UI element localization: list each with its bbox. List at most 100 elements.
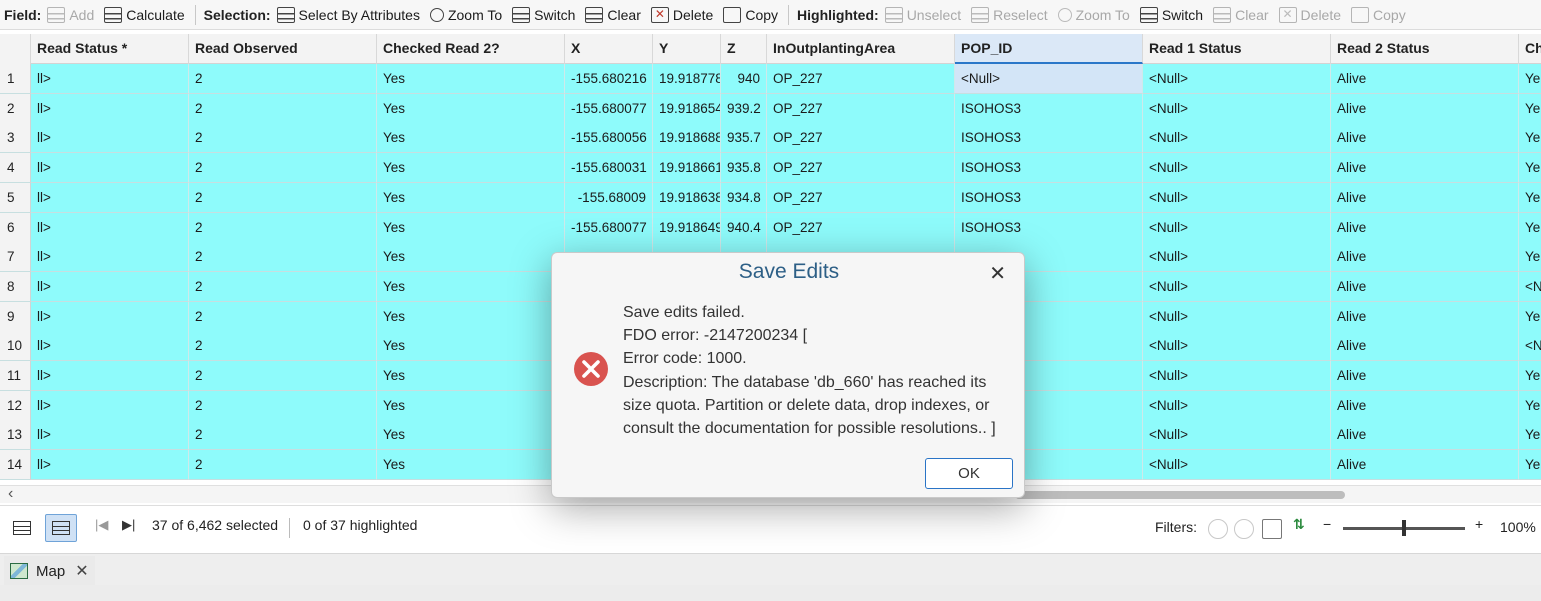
delete-highlighted-button[interactable]: Delete <box>1278 6 1341 23</box>
switch-selection-button[interactable]: Switch <box>512 6 575 23</box>
row-number[interactable]: 2 <box>0 93 31 124</box>
table-cell[interactable]: 939.2 <box>721 93 767 124</box>
table-cell[interactable]: Alive <box>1331 271 1519 302</box>
column-header[interactable]: Ch <box>1519 34 1541 64</box>
definition-filter-icon[interactable] <box>1262 519 1282 539</box>
row-number[interactable]: 14 <box>0 450 31 481</box>
table-cell[interactable]: OP_227 <box>767 182 955 213</box>
table-cell[interactable]: 934.8 <box>721 182 767 213</box>
table-cell[interactable]: ll> <box>31 242 189 273</box>
table-cell[interactable]: Ye <box>1519 361 1541 391</box>
time-filter-icon[interactable] <box>1234 519 1254 539</box>
range-filter-icon[interactable] <box>1208 519 1228 539</box>
table-cell[interactable]: Ye <box>1519 123 1541 154</box>
row-number[interactable]: 7 <box>0 242 31 273</box>
table-cell[interactable]: Yes <box>377 93 565 124</box>
table-cell[interactable]: <Null> <box>1143 153 1331 184</box>
table-cell[interactable]: Ye <box>1519 450 1541 481</box>
column-header[interactable]: Y <box>653 34 721 64</box>
table-cell[interactable]: ISOHOS3 <box>955 212 1143 243</box>
tab-map[interactable]: Map ✕ <box>4 556 95 586</box>
table-cell[interactable]: ISOHOS3 <box>955 123 1143 154</box>
column-header[interactable]: Read Status * <box>31 34 189 64</box>
column-header[interactable]: POP_ID <box>955 34 1143 64</box>
copy-highlighted-button[interactable]: Copy <box>1351 6 1406 23</box>
copy-selection-button[interactable]: Copy <box>723 6 778 23</box>
table-cell[interactable]: 2 <box>189 450 377 481</box>
table-cell[interactable]: Yes <box>377 361 565 391</box>
column-header[interactable]: X <box>565 34 653 64</box>
table-cell[interactable]: <Null> <box>1143 93 1331 124</box>
table-cell[interactable]: <Null> <box>955 64 1143 94</box>
show-all-records-button[interactable] <box>6 514 38 542</box>
table-cell[interactable]: <Null> <box>1143 242 1331 273</box>
table-cell[interactable]: -155.680216 <box>565 64 653 94</box>
scrollbar-thumb[interactable] <box>1015 491 1345 499</box>
close-tab-icon[interactable]: ✕ <box>75 561 88 581</box>
table-cell[interactable]: Alive <box>1331 390 1519 421</box>
table-cell[interactable]: 2 <box>189 390 377 421</box>
table-cell[interactable]: ISOHOS3 <box>955 182 1143 213</box>
table-row[interactable]: 3 ll> 2 Yes -155.680056 19.918688 935.7 OP_227 I… <box>0 123 1541 154</box>
table-cell[interactable]: 2 <box>189 182 377 213</box>
table-cell[interactable]: Alive <box>1331 123 1519 154</box>
table-cell[interactable]: Yes <box>377 420 565 451</box>
unselect-button[interactable]: Unselect <box>884 6 961 23</box>
table-cell[interactable]: Yes <box>377 182 565 213</box>
table-cell[interactable]: 2 <box>189 93 377 124</box>
table-cell[interactable]: Alive <box>1331 331 1519 362</box>
table-cell[interactable]: <Null> <box>1143 271 1331 302</box>
row-number[interactable]: 5 <box>0 182 31 213</box>
table-cell[interactable]: Yes <box>377 450 565 481</box>
ok-button[interactable]: OK <box>925 458 1013 489</box>
row-number[interactable]: 10 <box>0 331 31 362</box>
table-cell[interactable]: Alive <box>1331 301 1519 332</box>
table-cell[interactable]: -155.680031 <box>565 153 653 184</box>
table-row[interactable]: 2 ll> 2 Yes -155.680077 19.918654 939.2 OP_227 I… <box>0 93 1541 124</box>
table-cell[interactable]: Yes <box>377 212 565 243</box>
table-cell[interactable]: 19.918688 <box>653 123 721 154</box>
row-number[interactable]: 9 <box>0 301 31 332</box>
table-cell[interactable]: <Null> <box>1143 301 1331 332</box>
table-cell[interactable]: Yes <box>377 242 565 273</box>
table-cell[interactable]: ll> <box>31 361 189 391</box>
table-cell[interactable]: <Null> <box>1143 420 1331 451</box>
table-cell[interactable]: Ye <box>1519 242 1541 273</box>
row-number[interactable]: 8 <box>0 271 31 302</box>
table-row[interactable]: 4 ll> 2 Yes -155.680031 19.918661 935.8 OP_227 I… <box>0 153 1541 184</box>
table-cell[interactable]: <Null> <box>1143 450 1331 481</box>
column-header[interactable]: InOutplantingArea <box>767 34 955 64</box>
table-cell[interactable]: 2 <box>189 64 377 94</box>
table-cell[interactable]: <Null> <box>1143 182 1331 213</box>
table-cell[interactable]: OP_227 <box>767 212 955 243</box>
table-cell[interactable]: Yes <box>377 390 565 421</box>
show-selected-records-button[interactable] <box>45 514 77 542</box>
switch-highlighted-button[interactable]: Switch <box>1139 6 1203 23</box>
table-cell[interactable]: Ye <box>1519 390 1541 421</box>
row-number[interactable]: 12 <box>0 390 31 421</box>
table-cell[interactable]: <Null> <box>1143 390 1331 421</box>
table-cell[interactable]: Yes <box>377 271 565 302</box>
reselect-button[interactable]: Reselect <box>971 6 1048 23</box>
table-cell[interactable]: Ye <box>1519 212 1541 243</box>
table-cell[interactable]: 2 <box>189 301 377 332</box>
table-cell[interactable]: <Null> <box>1143 123 1331 154</box>
table-cell[interactable]: Yes <box>377 123 565 154</box>
zoom-slider-thumb[interactable] <box>1402 520 1406 536</box>
table-cell[interactable]: <Null> <box>1143 331 1331 362</box>
table-cell[interactable]: ISOHOS3 <box>955 153 1143 184</box>
table-cell[interactable]: 19.918661 <box>653 153 721 184</box>
table-cell[interactable]: Yes <box>377 64 565 94</box>
table-cell[interactable]: 935.7 <box>721 123 767 154</box>
table-cell[interactable]: Alive <box>1331 64 1519 94</box>
table-cell[interactable]: -155.680077 <box>565 212 653 243</box>
zoom-in-button[interactable]: + <box>1475 516 1483 532</box>
sort-icon[interactable]: ⇅ <box>1293 516 1305 533</box>
table-cell[interactable]: Alive <box>1331 242 1519 273</box>
table-cell[interactable]: 2 <box>189 153 377 184</box>
select-all-corner[interactable] <box>0 34 31 64</box>
table-cell[interactable]: Yes <box>377 153 565 184</box>
row-number[interactable]: 1 <box>0 64 31 94</box>
table-cell[interactable]: 2 <box>189 420 377 451</box>
first-record-icon[interactable]: |◀ <box>95 517 108 533</box>
